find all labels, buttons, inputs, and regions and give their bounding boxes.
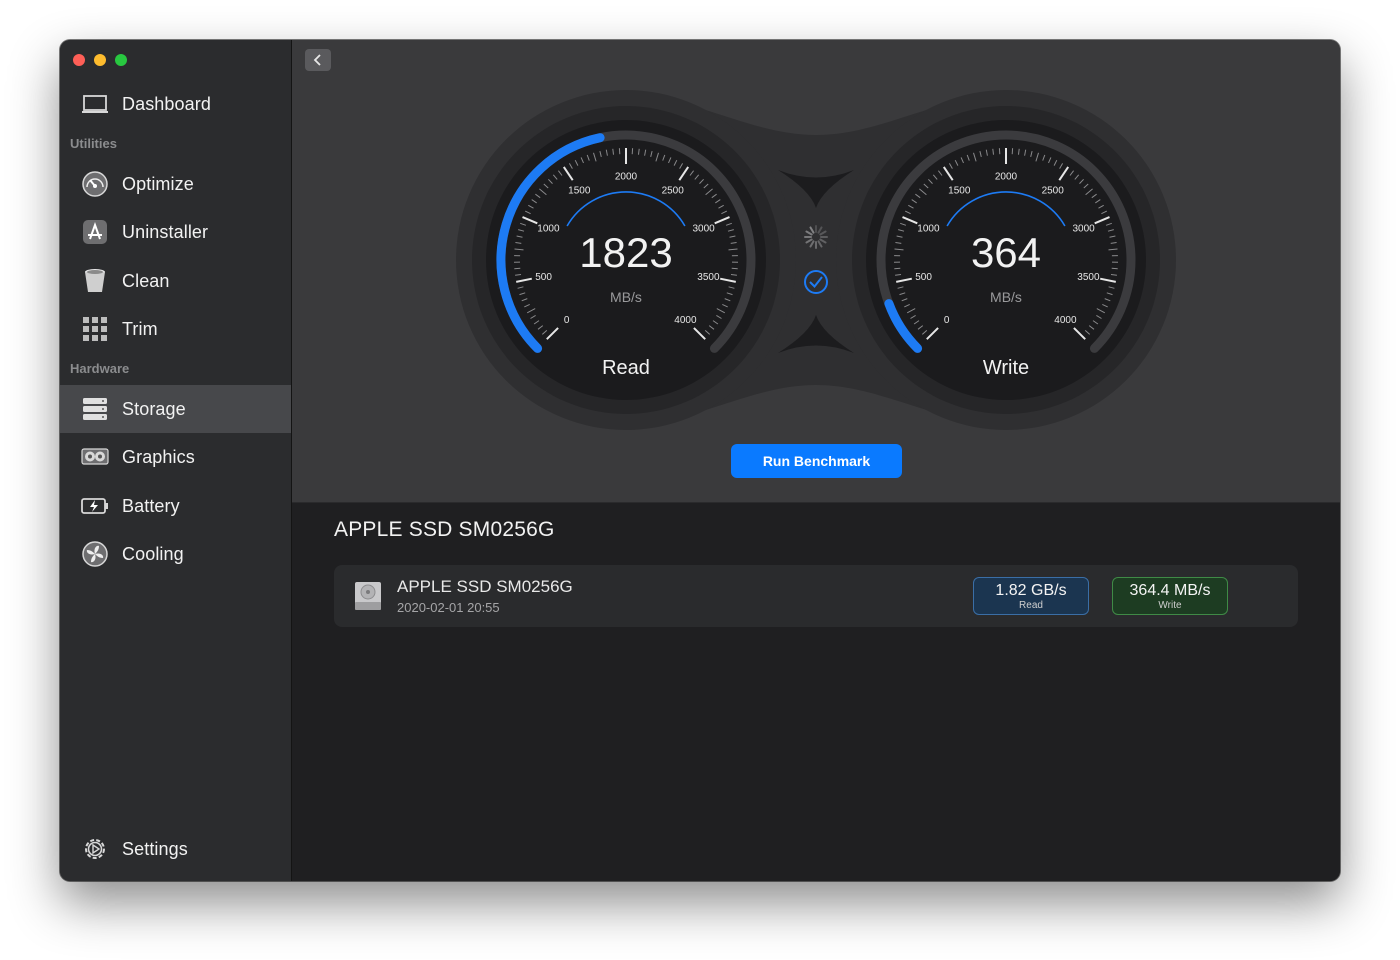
gauge-tick-label: 3000 <box>1072 223 1095 234</box>
gauge-tick-label: 4000 <box>674 315 697 326</box>
gauge-tick-label: 500 <box>535 272 552 283</box>
sidebar-item-label: Cooling <box>122 543 184 564</box>
main-content: 0 500 1000 1500 2000 2500 3000 3500 4000 1823 MB… <box>292 40 1340 881</box>
read-speed-value: 1823 <box>579 229 672 276</box>
gauge-tick-label: 2000 <box>615 172 638 183</box>
read-result-label: Read <box>1019 599 1043 611</box>
trash-bin-icon <box>81 267 109 295</box>
grid-icon <box>81 315 109 343</box>
gauge-tick-label: 2500 <box>1042 186 1065 197</box>
write-gauge: 0 500 1000 1500 2000 2500 3000 3500 4000 364 MB/… <box>866 120 1146 400</box>
gear-icon <box>81 835 109 863</box>
sidebar-item-trim[interactable]: Trim <box>60 305 291 353</box>
gauge-tick-label: 3500 <box>1077 272 1100 283</box>
gauge-tick <box>612 148 614 155</box>
disk-name: APPLE SSD SM0256G <box>397 577 573 596</box>
disk-list-pane: APPLE SSD SM0256G APPLE SSD SM0256G 2020… <box>292 503 1340 881</box>
sidebar-item-label: Storage <box>122 398 186 419</box>
gauge-tick-label: 4000 <box>1054 315 1077 326</box>
app-window: Dashboard Utilities Optimize Uninstaller… <box>60 40 1340 881</box>
sidebar-item-settings[interactable]: Settings <box>60 825 291 873</box>
read-result-value: 1.82 GB/s <box>995 581 1067 599</box>
zoom-window-button[interactable] <box>115 54 127 66</box>
speedometer-icon <box>81 170 109 198</box>
gauge-tick-label: 3500 <box>697 272 720 283</box>
close-window-button[interactable] <box>73 54 85 66</box>
disk-result-row[interactable]: APPLE SSD SM0256G 2020-02-01 20:55 1.82 … <box>334 565 1298 627</box>
gauge-tick-label: 0 <box>564 315 570 326</box>
sidebar-item-label: Optimize <box>122 173 194 194</box>
write-speed-unit: MB/s <box>990 289 1022 305</box>
gauge-tick-label: 1000 <box>917 223 940 234</box>
gauge-tick <box>894 267 901 270</box>
sidebar: Dashboard Utilities Optimize Uninstaller… <box>60 40 292 881</box>
sidebar-item-label: Battery <box>122 495 180 516</box>
sidebar-item-battery[interactable]: Battery <box>60 482 291 530</box>
graphics-card-icon <box>81 443 109 471</box>
sidebar-item-cooling[interactable]: Cooling <box>60 530 291 578</box>
laptop-icon <box>81 90 109 118</box>
benchmark-pane: 0 500 1000 1500 2000 2500 3000 3500 4000 1823 MB… <box>292 40 1340 503</box>
gauge-tick <box>731 267 738 270</box>
sidebar-item-graphics[interactable]: Graphics <box>60 433 291 481</box>
window-controls <box>73 54 127 66</box>
write-gauge-label: Write <box>983 357 1029 379</box>
minimize-window-button[interactable] <box>94 54 106 66</box>
sidebar-item-clean[interactable]: Clean <box>60 257 291 305</box>
sidebar-item-optimize[interactable]: Optimize <box>60 160 291 208</box>
gauge-tick-label: 2000 <box>995 172 1018 183</box>
gauge-tick-label: 1500 <box>948 186 971 197</box>
section-label-utilities: Utilities <box>70 136 117 151</box>
hard-drive-icon <box>355 582 381 610</box>
read-speed-unit: MB/s <box>610 289 642 305</box>
read-gauge: 0 500 1000 1500 2000 2500 3000 3500 4000 1823 MB… <box>486 120 766 400</box>
gauge-tick-label: 0 <box>944 315 950 326</box>
sidebar-item-label: Clean <box>122 270 170 291</box>
sidebar-item-label: Uninstaller <box>122 221 209 242</box>
gauge-tick-label: 500 <box>915 272 932 283</box>
gauge-tick-label: 2500 <box>662 186 685 197</box>
sidebar-item-label: Trim <box>122 318 158 339</box>
sidebar-item-dashboard[interactable]: Dashboard <box>60 80 291 128</box>
sidebar-item-label: Settings <box>122 838 188 859</box>
write-result-badge: 364.4 MB/s Write <box>1112 577 1228 615</box>
read-result-badge: 1.82 GB/s Read <box>973 577 1089 615</box>
sidebar-item-uninstaller[interactable]: Uninstaller <box>60 208 291 256</box>
server-icon <box>81 395 109 423</box>
app-store-icon <box>81 218 109 246</box>
gauge-tick <box>1111 267 1118 270</box>
section-label-hardware: Hardware <box>70 361 130 376</box>
disk-timestamp: 2020-02-01 20:55 <box>397 600 500 615</box>
fan-icon <box>81 540 109 568</box>
sidebar-item-label: Dashboard <box>122 93 211 114</box>
gauge-tick <box>638 148 640 155</box>
disk-section-title: APPLE SSD SM0256G <box>334 518 555 541</box>
gauge-panel: 0 500 1000 1500 2000 2500 3000 3500 4000 1823 MB… <box>456 90 1176 430</box>
write-speed-value: 364 <box>971 229 1041 276</box>
gauge-tick <box>514 267 521 270</box>
write-result-label: Write <box>1158 599 1182 611</box>
gauge-tick-label: 1000 <box>537 223 560 234</box>
gauge-tick-label: 1500 <box>568 186 591 197</box>
gauge-tick <box>1018 148 1020 155</box>
run-benchmark-button[interactable]: Run Benchmark <box>731 444 902 478</box>
write-result-value: 364.4 MB/s <box>1129 581 1211 599</box>
gauge-tick-label: 3000 <box>692 223 715 234</box>
gauge-tick <box>992 148 994 155</box>
sidebar-item-storage[interactable]: Storage <box>60 385 291 433</box>
read-gauge-label: Read <box>602 357 650 379</box>
battery-charging-icon <box>81 492 109 520</box>
sidebar-item-label: Graphics <box>122 446 195 467</box>
